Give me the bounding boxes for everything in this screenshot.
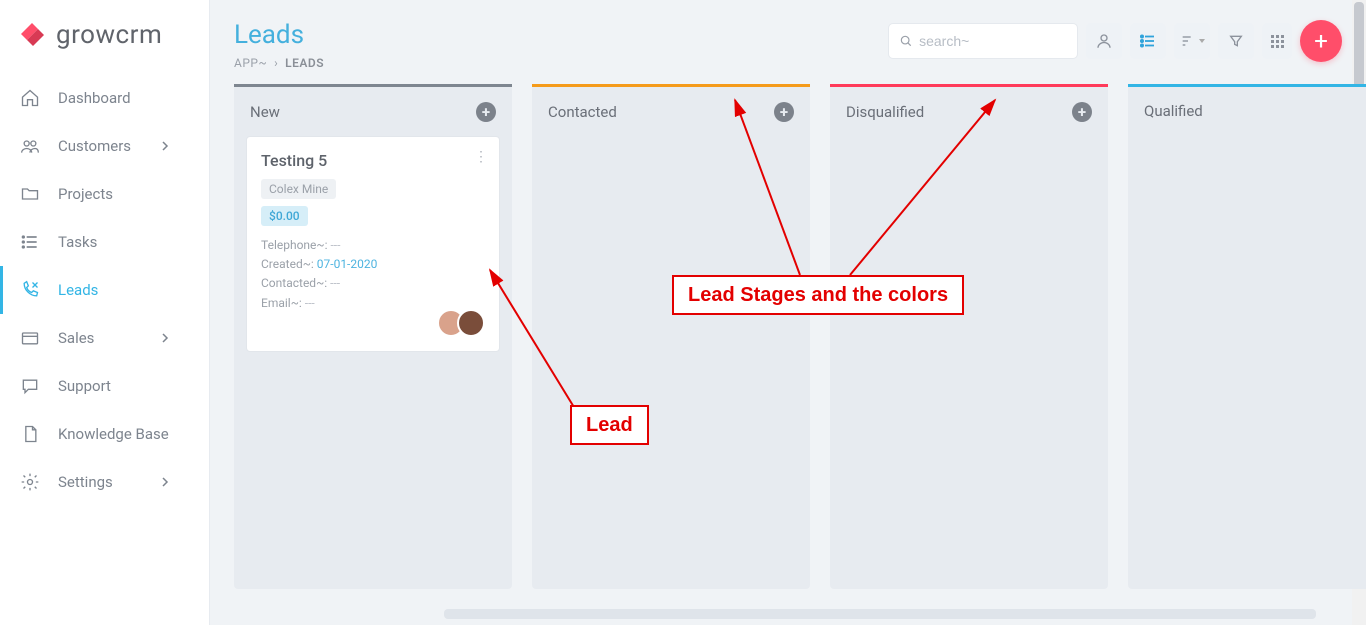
filter-icon [1228,33,1244,49]
card-tag: Colex Mine [261,179,336,199]
sort-icon [1180,33,1196,49]
phone-icon [20,280,40,300]
gear-icon [20,472,40,492]
doc-icon [20,424,40,444]
sidebar-item-label: Tasks [58,233,97,251]
chevron-right-icon [159,332,171,344]
grid-button[interactable] [1262,23,1292,59]
card-icon [20,328,40,348]
sidebar-item-tasks[interactable]: Tasks [0,218,209,266]
page-title: Leads [234,20,324,50]
list-icon [20,232,40,252]
scrollbar-horizontal[interactable] [444,609,1316,619]
brand-icon [18,20,48,50]
stage-label: Disqualified [846,103,924,121]
stage-label: New [250,103,280,121]
brand-logo: growcrm [0,0,209,66]
sidebar: growcrm Dashboard Customers Projects Tas… [0,0,210,625]
sidebar-item-dashboard[interactable]: Dashboard [0,74,209,122]
person-icon [1095,32,1113,50]
view-list-button[interactable] [1130,23,1166,59]
add-card-button[interactable]: + [774,102,794,122]
stage-column-new: New + ⋮ Testing 5 Colex Mine $0.00 Telep… [234,84,512,589]
annotation-stages: Lead Stages and the colors [672,275,964,315]
sidebar-item-label: Customers [58,137,131,155]
sidebar-item-sales[interactable]: Sales [0,314,209,362]
search-icon [899,33,913,49]
chat-icon [20,376,40,396]
sidebar-nav: Dashboard Customers Projects Tasks Leads… [0,74,209,506]
sidebar-item-settings[interactable]: Settings [0,458,209,506]
breadcrumb: APP~ › LEADS [234,56,324,70]
card-title: Testing 5 [261,151,485,170]
filter-button[interactable] [1218,23,1254,59]
page-header: Leads APP~ › LEADS [210,0,1366,78]
sidebar-item-kb[interactable]: Knowledge Base [0,410,209,458]
stage-column-contacted: Contacted + [532,84,810,589]
home-icon [20,88,40,108]
lead-card[interactable]: ⋮ Testing 5 Colex Mine $0.00 Telephone~:… [246,136,500,352]
annotation-lead: Lead [570,405,649,445]
stage-column-qualified: Qualified [1128,84,1366,589]
stage-label: Contacted [548,103,617,121]
breadcrumb-root[interactable]: APP~ [234,56,267,70]
add-card-button[interactable]: + [1072,102,1092,122]
stage-label: Qualified [1144,102,1203,120]
sort-button[interactable] [1174,23,1210,59]
user-button[interactable] [1086,23,1122,59]
card-meta: Telephone~: --- Created~: 07-01-2020 Con… [261,236,485,313]
sidebar-item-projects[interactable]: Projects [0,170,209,218]
grid-icon [1271,35,1284,48]
avatar [457,309,485,337]
sidebar-item-support[interactable]: Support [0,362,209,410]
plus-icon: + [1314,27,1328,55]
users-icon [20,136,40,156]
list-view-icon [1139,32,1157,50]
sidebar-item-label: Dashboard [58,89,131,107]
sidebar-item-label: Projects [58,185,113,203]
brand-text: growcrm [56,20,162,50]
add-card-button[interactable]: + [476,102,496,122]
sidebar-item-label: Knowledge Base [58,425,169,443]
sidebar-item-label: Leads [58,281,98,299]
sidebar-item-label: Support [58,377,111,395]
breadcrumb-current: LEADS [285,56,324,70]
card-assignees [261,309,485,337]
card-amount: $0.00 [261,206,308,226]
folder-icon [20,184,40,204]
sidebar-item-leads[interactable]: Leads [0,266,209,314]
stage-column-disqualified: Disqualified + [830,84,1108,589]
kanban-board: New + ⋮ Testing 5 Colex Mine $0.00 Telep… [210,84,1366,589]
chevron-right-icon [159,140,171,152]
search-box[interactable] [888,23,1078,59]
chevron-right-icon [159,476,171,488]
sidebar-item-label: Sales [58,329,94,347]
search-input[interactable] [919,33,1067,49]
sidebar-item-customers[interactable]: Customers [0,122,209,170]
add-lead-fab[interactable]: + [1300,20,1342,62]
sidebar-item-label: Settings [58,473,113,491]
card-menu-button[interactable]: ⋮ [474,149,489,165]
